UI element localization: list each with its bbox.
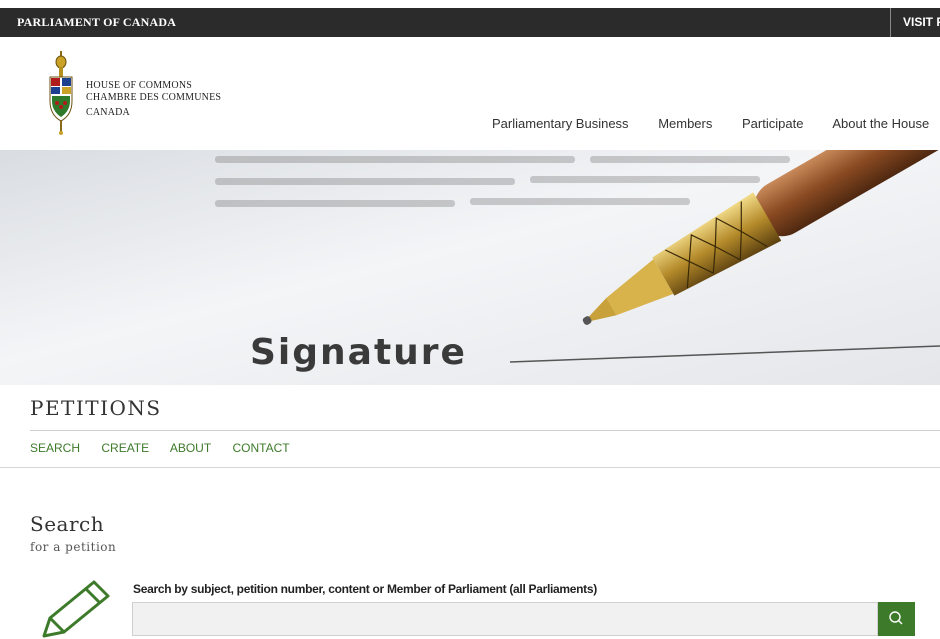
nav-participate[interactable]: Participate [742, 116, 803, 131]
subnav-search[interactable]: SEARCH [30, 441, 80, 455]
petitions-title: PETITIONS [30, 396, 162, 420]
search-button[interactable] [878, 602, 915, 636]
pen-signature-illustration: Signature [0, 150, 940, 385]
parliament-brand-link[interactable]: PARLIAMENT OF CANADA [17, 15, 176, 30]
search-field-label: Search by subject, petition number, cont… [133, 582, 597, 596]
logo-line-english: HOUSE OF COMMONS [86, 80, 192, 91]
search-subheading: for a petition [30, 540, 117, 554]
house-of-commons-logo-text[interactable]: HOUSE OF COMMONS CHAMBRE DES COMMUNES CA… [86, 80, 221, 119]
search-icon [889, 611, 903, 625]
nav-parliamentary-business[interactable]: Parliamentary Business [492, 116, 629, 131]
search-input[interactable] [132, 602, 878, 636]
logo-line-canada: CANADA [86, 107, 130, 118]
top-bar: PARLIAMENT OF CANADA VISIT P [0, 8, 940, 37]
petitions-subnav: SEARCH CREATE ABOUT CONTACT [30, 441, 308, 455]
subnav-about[interactable]: ABOUT [170, 441, 211, 455]
visit-link[interactable]: VISIT P [890, 8, 940, 37]
pencil-icon [42, 580, 110, 638]
hero-signature-text: Signature [250, 332, 467, 373]
logo-line-french: CHAMBRE DES COMMUNES [86, 92, 222, 103]
subnav-contact[interactable]: CONTACT [233, 441, 290, 455]
search-heading: Search [30, 512, 105, 536]
site-header: HOUSE OF COMMONS CHAMBRE DES COMMUNES CA… [0, 37, 940, 150]
title-divider [30, 430, 940, 431]
house-of-commons-crest-icon[interactable] [48, 51, 74, 135]
nav-about-the-house[interactable]: About the House [832, 116, 929, 131]
main-nav: Parliamentary Business Members Participa… [492, 116, 929, 131]
nav-members[interactable]: Members [658, 116, 712, 131]
subnav-divider [0, 467, 940, 468]
hero-banner: Signature [0, 150, 940, 385]
subnav-create[interactable]: CREATE [101, 441, 149, 455]
